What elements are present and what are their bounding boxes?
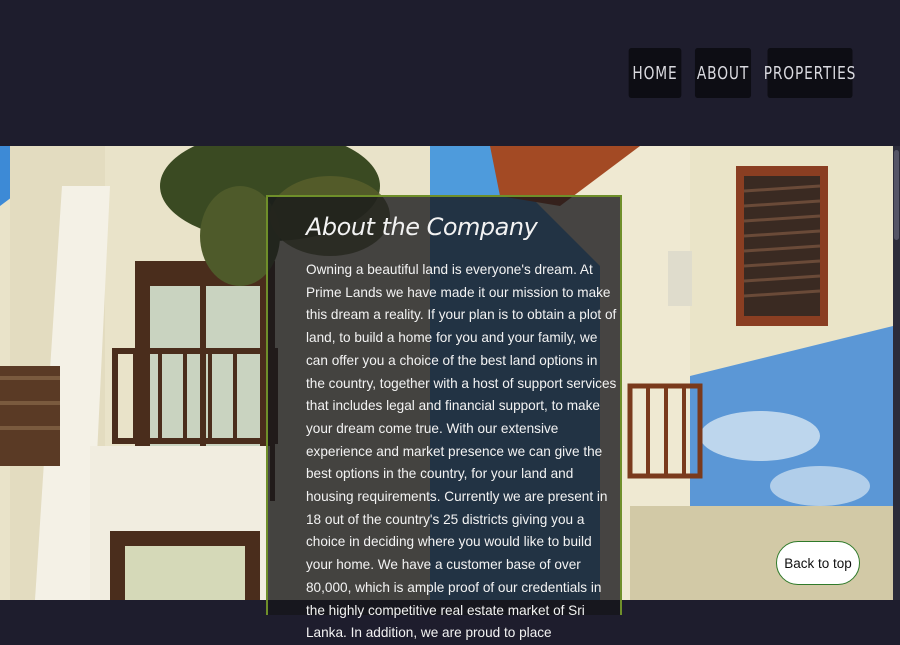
main-nav: HOME ABOUT PROPERTIES bbox=[624, 48, 860, 98]
nav-about-button[interactable]: ABOUT bbox=[694, 48, 752, 98]
back-to-top-button[interactable]: Back to top bbox=[776, 541, 860, 585]
nav-home-button[interactable]: HOME bbox=[628, 48, 682, 98]
about-title: About the Company bbox=[306, 213, 538, 241]
page-scrollbar-thumb[interactable] bbox=[894, 150, 899, 240]
about-company-card: About the Company Owning a beautiful lan… bbox=[266, 195, 622, 640]
about-body-text: Owning a beautiful land is everyone's dr… bbox=[306, 262, 617, 641]
site-header: HOME ABOUT PROPERTIES bbox=[0, 0, 900, 146]
nav-properties-button[interactable]: PROPERTIES bbox=[764, 48, 855, 98]
